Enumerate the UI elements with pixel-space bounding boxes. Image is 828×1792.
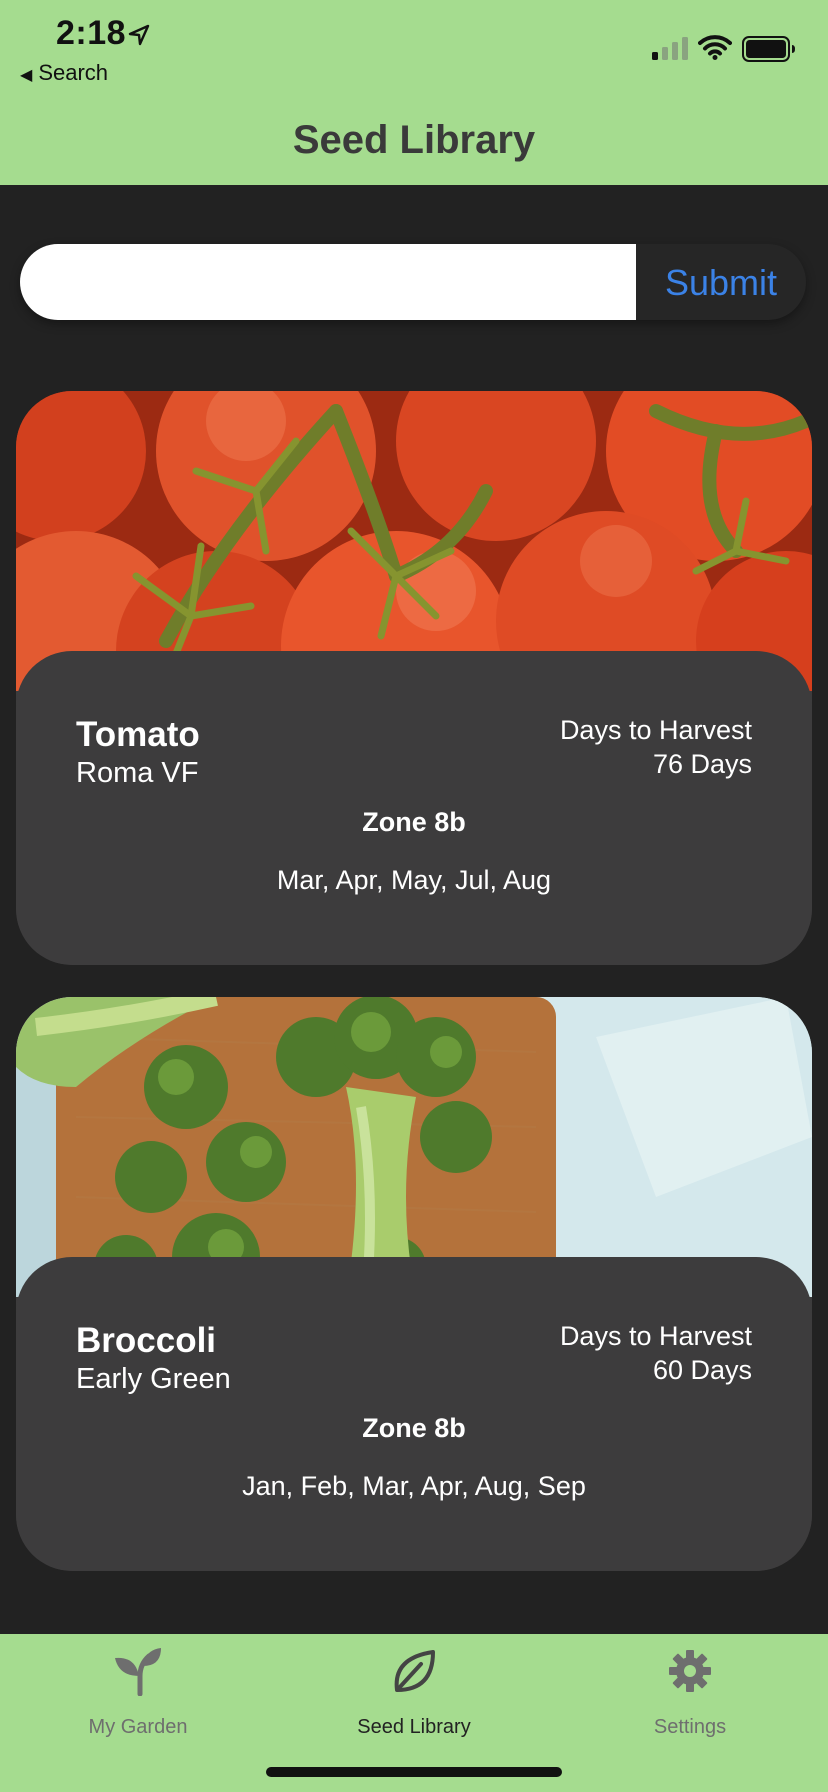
growing-zone: Zone 8b — [362, 1413, 466, 1443]
seed-card-broccoli[interactable]: Broccoli Early Green Days to Harvest 60 … — [16, 997, 812, 1571]
page-title: Seed Library — [292, 118, 536, 162]
tab-label: Seed Library — [357, 1716, 471, 1738]
card-info-panel: Broccoli Early Green Days to Harvest 60 … — [16, 1257, 812, 1571]
search-input[interactable] — [20, 244, 636, 320]
submit-button[interactable]: Submit — [636, 244, 806, 320]
plant-variety: Roma VF — [76, 757, 199, 789]
tab-label: Settings — [653, 1716, 727, 1738]
plant-name: Broccoli — [76, 1321, 217, 1360]
leaf-icon — [394, 1650, 435, 1692]
plant-variety: Early Green — [76, 1363, 231, 1395]
home-indicator[interactable] — [266, 1767, 562, 1777]
broccoli-photo — [16, 997, 812, 1297]
tab-my-garden[interactable]: My Garden — [0, 1634, 276, 1744]
location-arrow-icon — [128, 24, 150, 46]
cellular-signal-icon — [652, 37, 688, 60]
planting-months: Mar, Apr, May, Jul, Aug — [276, 865, 552, 895]
back-label: Search — [38, 60, 109, 85]
battery-icon — [742, 36, 795, 62]
wifi-icon — [698, 35, 732, 60]
status-time: 2:18 — [56, 14, 127, 52]
card-info-panel: Tomato Roma VF Days to Harvest 76 Days Z… — [16, 651, 812, 965]
plant-name: Tomato — [76, 715, 200, 754]
tab-label: My Garden — [88, 1716, 188, 1738]
days-to-harvest-label: Days to Harvest — [559, 1321, 752, 1351]
gear-icon — [669, 1650, 711, 1692]
days-to-harvest-value: 76 Days — [652, 749, 752, 779]
back-triangle-icon: ◀ — [20, 67, 33, 84]
back-to-search-link[interactable]: ◀ Search — [20, 60, 108, 86]
tomato-photo — [16, 391, 812, 691]
growing-zone: Zone 8b — [362, 807, 466, 837]
days-to-harvest-value: 60 Days — [652, 1355, 752, 1385]
sprout-icon — [115, 1648, 161, 1696]
planting-months: Jan, Feb, Mar, Apr, Aug, Sep — [242, 1471, 586, 1501]
tab-settings[interactable]: Settings — [552, 1634, 828, 1744]
days-to-harvest-label: Days to Harvest — [559, 715, 752, 745]
header: 2:18 ◀ Search Seed Library — [0, 0, 828, 185]
tab-seed-library[interactable]: Seed Library — [276, 1634, 552, 1744]
search-bar: Submit — [20, 244, 806, 320]
seed-card-tomato[interactable]: Tomato Roma VF Days to Harvest 76 Days Z… — [16, 391, 812, 965]
